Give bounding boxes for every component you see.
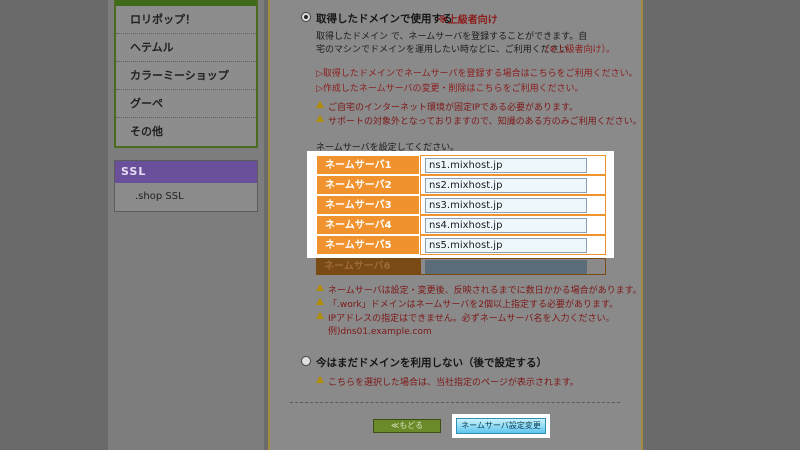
ssl-heading: SSL — [115, 161, 257, 183]
sidebar-item-shop-ssl[interactable]: .shop SSL — [115, 183, 257, 211]
ns-cell: ns2.mixhost.jp — [420, 175, 606, 195]
ssl-nav: SSL .shop SSL — [114, 160, 258, 212]
warning-icon — [316, 101, 324, 108]
sidebar-item-other[interactable]: その他 — [116, 118, 256, 146]
option-own-desc-2: 宅のマシンでドメインを運用したい時などに、ご利用ください — [316, 45, 568, 55]
ns-note-propagation: ネームサーバは設定・変更後、反映されるまでに数日かかる場合があります。 — [328, 286, 642, 296]
change-nameserver-button[interactable]: ネームサーバ設定変更 — [456, 418, 546, 434]
option-own-title: 取得したドメインで使用する — [316, 13, 453, 25]
ns-row-2: ネームサーバ2 ns2.mixhost.jp — [316, 175, 606, 195]
divider — [290, 402, 620, 403]
ns-row-1: ネームサーバ1 ns1.mixhost.jp — [316, 155, 606, 175]
sidebar-item-heteml[interactable]: ヘテムル — [116, 34, 256, 62]
link-register-nameserver[interactable]: ▷取得したドメインでネームサーバを登録する場合はこちらをご利用ください。 — [316, 66, 638, 79]
ns-row-3: ネームサーバ3 ns3.mixhost.jp — [316, 195, 606, 215]
option-own-desc-1: 取得したドメイン で、ネームサーバを登録することができます。自 — [316, 32, 588, 42]
warning-icon — [316, 376, 324, 383]
sidebar-item-lolipop[interactable]: ロリポップ！ — [116, 6, 256, 34]
nameserver-4-input[interactable]: ns4.mixhost.jp — [425, 218, 587, 233]
warning-icon — [316, 298, 324, 305]
nameserver-1-input[interactable]: ns1.mixhost.jp — [425, 158, 587, 173]
submit-button-highlight: ネームサーバ設定変更 — [452, 414, 550, 438]
right-gutter — [653, 0, 800, 450]
ns-cell: ns3.mixhost.jp — [420, 195, 606, 215]
radio-use-later[interactable] — [301, 356, 311, 366]
sidebar: ロリポップ！ ヘテムル カラーミーショップ グーペ その他 SSL .shop … — [108, 0, 264, 450]
warning-fixed-ip: ご自宅のインターネット環境が固定IPである必要があります。 — [328, 103, 579, 113]
ns-cell: ns4.mixhost.jp — [420, 215, 606, 235]
ns-cell: ns5.mixhost.jp — [420, 235, 606, 255]
nameserver-6-input[interactable] — [425, 260, 587, 274]
warning-icon — [316, 115, 324, 122]
ns-note-no-ip: IPアドレスの指定はできません。必ずネームサーバ名を入力ください。 — [328, 314, 615, 324]
ns-cell — [420, 258, 606, 275]
service-nav: ロリポップ！ ヘテムル カラーミーショップ グーペ その他 — [114, 0, 258, 148]
ns-label: ネームサーバ1 — [316, 155, 420, 175]
ns-label: ネームサーバ2 — [316, 175, 420, 195]
option-later-title: 今はまだドメインを利用しない（後で設定する） — [316, 357, 547, 369]
advanced-badge: ※上級者向け — [438, 15, 498, 26]
ns-note-example: 例)dns01.example.com — [328, 327, 432, 337]
ns-cell: ns1.mixhost.jp — [420, 155, 606, 175]
ns-label: ネームサーバ6 — [316, 258, 420, 275]
ns-label: ネームサーバ5 — [316, 235, 420, 255]
ns-label: ネームサーバ4 — [316, 215, 420, 235]
radio-use-own-domain[interactable] — [301, 12, 311, 22]
main-border-right — [641, 0, 643, 450]
nameserver-3-input[interactable]: ns3.mixhost.jp — [425, 198, 587, 213]
ns-label: ネームサーバ3 — [316, 195, 420, 215]
nameserver-2-input[interactable]: ns2.mixhost.jp — [425, 178, 587, 193]
ns-row-4: ネームサーバ4 ns4.mixhost.jp — [316, 215, 606, 235]
option-later-warning: こちらを選択した場合は、当社指定のページが表示されます。 — [328, 378, 579, 388]
option-own-desc-note: （※上級者向け）。 — [540, 45, 616, 55]
warning-unsupported: サポートの対象外となっておりますので、知識のある方のみご利用ください。 — [328, 117, 642, 127]
sidebar-item-colorme[interactable]: カラーミーショップ — [116, 62, 256, 90]
left-gutter — [0, 0, 108, 450]
ns-row-5: ネームサーバ5 ns5.mixhost.jp — [316, 235, 606, 255]
sidebar-item-goope[interactable]: グーペ — [116, 90, 256, 118]
warning-icon — [316, 284, 324, 291]
ns-note-work-domain: 「.work」ドメインはネームサーバを2個以上指定する必要があります。 — [328, 300, 619, 310]
back-button[interactable]: ≪もどる — [373, 419, 441, 433]
nameserver-5-input[interactable]: ns5.mixhost.jp — [425, 238, 587, 253]
link-edit-nameserver[interactable]: ▷作成したネームサーバの変更・削除はこちらをご利用ください。 — [316, 81, 584, 94]
warning-icon — [316, 312, 324, 319]
